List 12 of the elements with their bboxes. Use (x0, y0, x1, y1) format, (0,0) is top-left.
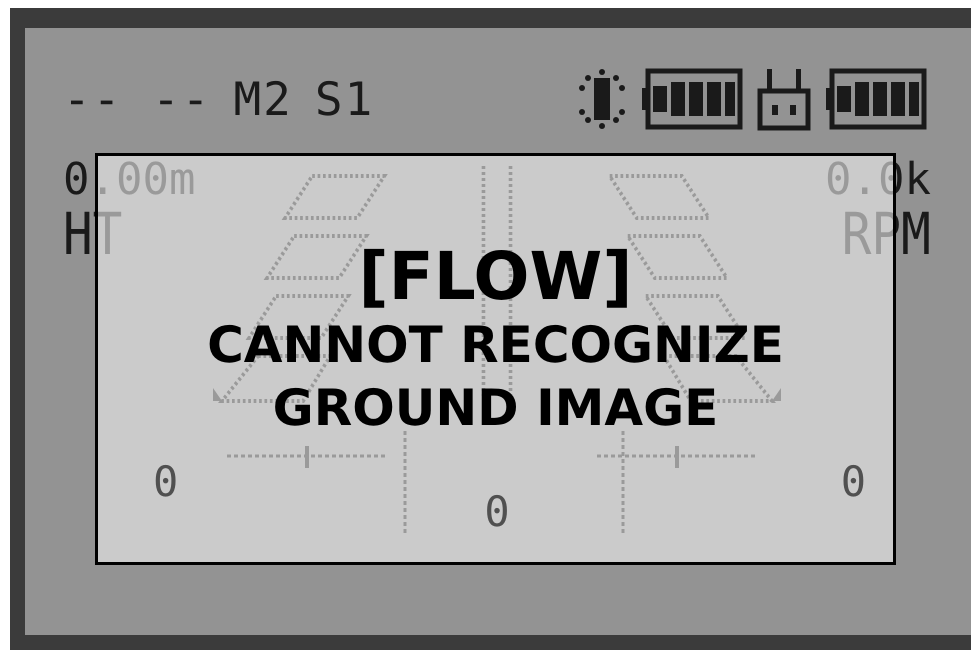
mode-readout: M2 (233, 72, 293, 126)
dialog-message: CANNOT RECOGNIZE GROUND IMAGE (206, 315, 785, 439)
trim-value: 0 (484, 487, 510, 536)
battery-icon (641, 68, 743, 130)
trim-value: 0 (840, 457, 866, 506)
timer-readout: -- -- (63, 72, 212, 126)
dialog-title: [FLOW] (358, 238, 633, 314)
trim-value: 0 (153, 457, 178, 506)
light-icon (577, 68, 627, 130)
speed-readout: S1 (314, 72, 374, 126)
controller-icon (757, 67, 811, 131)
battery-icon (825, 68, 927, 130)
